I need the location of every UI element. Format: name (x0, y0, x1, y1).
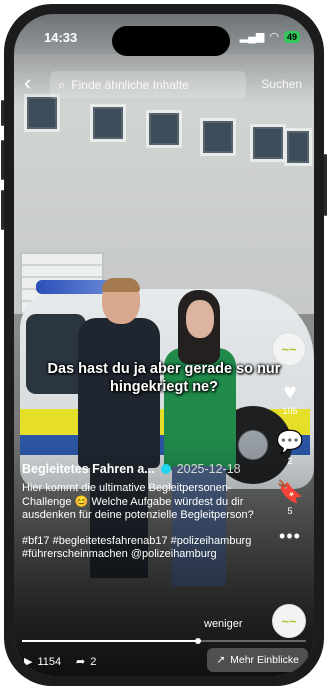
status-icons: ▂▄▆ ◠ 49 (240, 30, 300, 43)
phone-volume-down-button (1, 190, 4, 230)
creator-avatar[interactable]: ~~ (272, 332, 306, 366)
caption-text: Hier kommt die ultimative Begleitpersone… (22, 482, 254, 521)
phone-side-button (1, 100, 4, 126)
action-column: ~~ ♥ 105 💬 2 🔖 5 ••• (272, 332, 308, 546)
phone-frame: 14:33 ▂▄▆ ◠ 49 ‹ ⌕ Finde ähnliche Inhalt… (1, 4, 327, 686)
wifi-icon: ◠ (269, 31, 279, 43)
share-count-value: 2 (90, 655, 97, 668)
progress-fill (22, 640, 199, 642)
verified-badge-icon (160, 464, 171, 474)
search-placeholder: Finde ähnliche Inhalte (71, 78, 189, 92)
post-description: Begleitetes Fahren a... 2025-12-18 Hier … (22, 462, 262, 562)
insights-label: Mehr Einblicke (230, 654, 299, 666)
more-button[interactable]: ••• (272, 526, 308, 546)
more-dots-icon: ••• (279, 526, 301, 546)
comment-button[interactable]: 💬 2 (272, 429, 308, 467)
video-frame[interactable] (14, 14, 314, 676)
play-icon: ▶ (24, 656, 33, 668)
author-row: Begleitetes Fahren a... 2025-12-18 (22, 462, 262, 476)
share-arrow-icon: ➦ (76, 656, 86, 668)
music-disc-icon: ~~ (272, 604, 306, 638)
status-bar: 14:33 ▂▄▆ ◠ 49 (14, 14, 314, 58)
signal-icon: ▂▄▆ (239, 31, 265, 43)
heart-icon: ♥ (283, 379, 297, 404)
phone-volume-up-button (1, 140, 4, 180)
bottom-stats-bar: ▶ 1154 ➦ 2 ↗ Mehr Einblicke (14, 646, 314, 676)
sound-avatar[interactable]: ~~ (272, 604, 306, 638)
comment-icon: 💬 (276, 429, 304, 454)
comment-count: 2 (287, 456, 293, 466)
chart-icon: ↗ (216, 654, 226, 666)
play-count-value: 1154 (37, 655, 62, 668)
search-icon: ⌕ (58, 77, 66, 92)
save-button[interactable]: 🔖 5 (272, 479, 308, 517)
like-count: 105 (282, 406, 298, 416)
top-search-bar: ‹ ⌕ Finde ähnliche Inhalte Suchen (14, 70, 314, 100)
battery-icon: 49 (283, 30, 300, 43)
screen: 14:33 ▂▄▆ ◠ 49 ‹ ⌕ Finde ähnliche Inhalt… (14, 14, 314, 676)
video-progress-bar[interactable] (22, 638, 306, 644)
post-date: 2025-12-18 (176, 462, 241, 476)
show-less-link[interactable]: weniger (204, 618, 243, 630)
more-insights-button[interactable]: ↗ Mehr Einblicke (207, 648, 308, 672)
bookmark-icon: 🔖 (276, 479, 304, 504)
like-button[interactable]: ♥ 105 (272, 379, 308, 417)
save-count: 5 (287, 506, 293, 516)
video-text-overlay: Das hast du ja aber gerade so nur hingek… (47, 361, 281, 395)
status-time: 14:33 (44, 30, 78, 45)
author-name[interactable]: Begleitetes Fahren a... (22, 462, 155, 476)
search-button[interactable]: Suchen (261, 77, 302, 91)
back-arrow-icon[interactable]: ‹ (24, 72, 31, 94)
hashtags[interactable]: #bf17 #begleitetesfahrenab17 #polizeiham… (22, 535, 262, 562)
dynamic-island (112, 26, 230, 56)
share-count[interactable]: ➦ 2 (76, 655, 97, 669)
phone-power-button (324, 154, 327, 216)
play-count: ▶ 1154 (24, 655, 62, 669)
search-input[interactable]: ⌕ Finde ähnliche Inhalte (50, 71, 246, 99)
